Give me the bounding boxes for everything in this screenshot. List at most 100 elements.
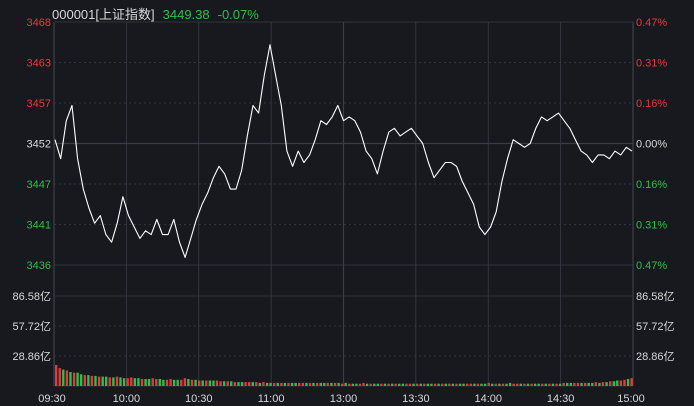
volume-bar — [519, 383, 522, 386]
volume-tick-label: 28.86亿 — [12, 350, 51, 363]
volume-bar — [619, 380, 623, 386]
volume-bar — [126, 378, 129, 386]
volume-bar — [158, 379, 161, 386]
volume-bar — [580, 382, 583, 386]
volume-bar — [69, 372, 72, 386]
volume-bar — [133, 378, 136, 386]
volume-bar — [183, 378, 187, 386]
volume-bar — [105, 376, 108, 386]
chart-svg[interactable]: 3468 0.47% 3463 0.31% 3457 0.16% 3452 0.00% 3447… — [0, 0, 694, 406]
volume-bar — [255, 382, 258, 386]
volume-bar — [112, 377, 115, 386]
volume-bar — [616, 380, 619, 386]
volume-bar — [226, 381, 229, 386]
volume-bar — [283, 382, 287, 386]
volume-bar — [72, 372, 76, 386]
volume-bar — [290, 382, 294, 386]
volume-bar — [401, 383, 405, 386]
volume-bar — [180, 379, 183, 386]
volume-bar — [430, 383, 433, 386]
volume-bar — [448, 383, 451, 386]
volume-bar — [155, 379, 158, 386]
volume-bar — [533, 383, 537, 386]
volume-bar — [498, 383, 501, 386]
volume-bar — [326, 382, 329, 386]
volume-bar — [412, 383, 415, 386]
volume-bar — [308, 382, 312, 386]
volume-bar — [398, 383, 401, 386]
volume-bar — [473, 383, 476, 386]
volume-bar — [558, 383, 562, 386]
volume-bar — [566, 382, 569, 386]
volume-bar — [147, 379, 151, 386]
volume-bar — [101, 376, 104, 386]
volume-bar — [240, 382, 244, 386]
volume-bar — [376, 383, 380, 386]
volume-bar — [97, 376, 101, 386]
volume-bar — [601, 382, 605, 386]
volume-bar — [315, 382, 319, 386]
volume-bar — [287, 382, 290, 386]
volume-bar — [630, 378, 633, 386]
volume-bar — [301, 382, 304, 386]
volume-bar — [387, 383, 390, 386]
volume-tick-label: 28.86亿 — [636, 350, 675, 363]
volume-bar — [487, 382, 490, 386]
volume-bar — [541, 383, 544, 386]
volume-bar — [237, 382, 240, 386]
volume-bar — [269, 382, 272, 386]
volume-bar — [151, 378, 154, 386]
volume-bar — [526, 383, 530, 386]
volume-tick-label: 57.72亿 — [636, 320, 675, 333]
volume-bar — [451, 383, 455, 386]
volume-bar — [544, 383, 547, 386]
time-tick-label: 09:30 — [38, 393, 66, 405]
volume-bar — [505, 383, 508, 386]
price-tick-label: 3436 — [27, 260, 51, 272]
volume-bar — [176, 379, 179, 386]
volume-bar — [562, 382, 565, 386]
volume-bar — [87, 375, 90, 386]
volume-tick-label: 57.72亿 — [12, 320, 51, 333]
volume-bar — [305, 382, 308, 386]
volume-bar — [58, 368, 61, 386]
price-tick-label: 3457 — [27, 98, 51, 110]
volume-bar — [408, 383, 412, 386]
volume-bar — [569, 382, 573, 386]
volume-bar — [548, 383, 551, 386]
volume-bar — [198, 380, 201, 386]
volume-bar — [512, 383, 515, 386]
volume-bar — [416, 383, 419, 386]
volume-bar — [333, 382, 337, 386]
volume-bar — [208, 380, 212, 386]
volume-bar — [508, 382, 512, 386]
volume-bar — [205, 380, 208, 386]
volume-bar — [491, 383, 494, 386]
volume-bar — [623, 379, 626, 386]
volume-bar — [62, 369, 65, 386]
volume-bar — [144, 379, 147, 386]
volume-bar — [626, 379, 630, 386]
volume-bar — [169, 379, 172, 386]
volume-bar — [584, 382, 587, 386]
volume-bar — [162, 379, 165, 386]
volume-bar — [298, 382, 301, 386]
price-tick-label: 3441 — [27, 220, 51, 232]
volume-bar — [94, 375, 97, 386]
volume-bar — [612, 381, 615, 386]
volume-bar — [426, 383, 430, 386]
volume-bar — [458, 383, 462, 386]
price-tick-label: 3447 — [27, 179, 51, 191]
volume-bar — [466, 383, 469, 386]
volume-bar — [273, 382, 276, 386]
volume-bar — [323, 382, 326, 386]
volume-bar — [230, 381, 233, 386]
percent-tick-label: 0.16% — [636, 179, 667, 191]
volume-bar — [201, 380, 204, 386]
volume-bar — [437, 383, 440, 386]
volume-bar — [258, 382, 262, 386]
time-tick-label: 10:30 — [185, 393, 213, 405]
time-tick-label: 10:00 — [113, 393, 141, 405]
volume-bar — [530, 383, 533, 386]
price-tick-label: 3452 — [27, 139, 51, 151]
